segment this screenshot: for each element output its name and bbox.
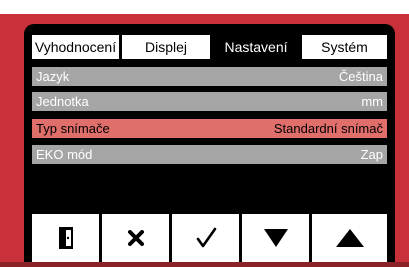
exit-door-icon	[58, 227, 73, 249]
arrow-up-icon	[335, 229, 364, 247]
tab-nastaveni[interactable]: Nastavení	[213, 35, 299, 59]
device-top-edge	[0, 0, 409, 14]
setting-label: Jednotka	[36, 94, 89, 109]
setting-row-eko-mod[interactable]: EKO mód Zap	[32, 145, 387, 164]
setting-row-typ-snimace[interactable]: Typ snímače Standardní snímač	[32, 119, 387, 138]
down-button[interactable]	[242, 214, 309, 262]
setting-value: Čeština	[338, 69, 383, 84]
tab-displej[interactable]: Displej	[122, 35, 210, 59]
setting-value: mm	[361, 94, 383, 109]
up-button[interactable]	[312, 214, 387, 262]
setting-label: EKO mód	[36, 147, 93, 162]
cancel-button[interactable]	[102, 214, 169, 262]
setting-value: Standardní snímač	[273, 121, 383, 136]
tab-system[interactable]: Systém	[302, 35, 387, 59]
setting-label: Typ snímače	[36, 121, 110, 136]
confirm-check-icon	[196, 227, 216, 248]
tab-bar: Vyhodnocení Displej Nastavení Systém	[32, 35, 387, 59]
setting-label: Jazyk	[36, 69, 70, 84]
confirm-button[interactable]	[172, 214, 239, 262]
exit-button[interactable]	[32, 214, 99, 262]
device-bottom-edge	[0, 262, 409, 267]
tab-vyhodnoceni[interactable]: Vyhodnocení	[32, 35, 119, 59]
setting-row-jednotka[interactable]: Jednotka mm	[32, 92, 387, 111]
display-screen: Vyhodnocení Displej Nastavení Systém Jaz…	[24, 24, 395, 262]
arrow-down-icon	[263, 229, 288, 247]
cancel-x-icon	[127, 230, 144, 246]
setting-value: Zap	[360, 147, 383, 162]
device-frame: Vyhodnocení Displej Nastavení Systém Jaz…	[0, 0, 409, 267]
setting-row-jazyk[interactable]: Jazyk Čeština	[32, 67, 387, 86]
